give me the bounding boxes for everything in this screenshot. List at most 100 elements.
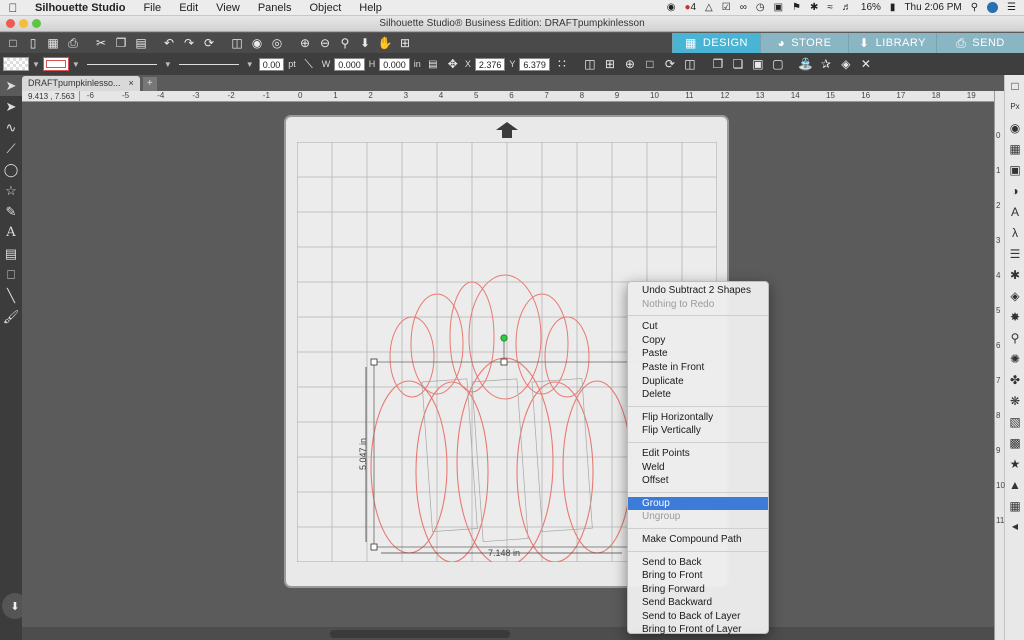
pan-hand-icon[interactable]: ✋ (375, 34, 395, 52)
align-icon[interactable]: ◫ (580, 55, 600, 73)
creative-cloud-icon[interactable]: ∞ (740, 2, 747, 13)
zoom-fit-icon[interactable]: ⚲ (335, 34, 355, 52)
copy-icon[interactable]: ❐ (111, 34, 131, 52)
save-icon[interactable]: ▦ (43, 34, 63, 52)
notification-center-icon[interactable]: ☰ (1007, 2, 1016, 13)
menu-item-delete[interactable]: Delete (628, 388, 768, 402)
extension-icon[interactable]: ◉ (667, 2, 676, 13)
menu-item-flip-horizontally[interactable]: Flip Horizontally (628, 411, 768, 425)
ungroup-icon[interactable]: ❏ (728, 55, 748, 73)
zoom-in-icon[interactable]: ⊕ (295, 34, 315, 52)
width-input[interactable]: 0.000 (334, 57, 365, 71)
text-tool-icon[interactable]: A (0, 222, 22, 243)
print-cut-icon[interactable]: ❋ (1005, 390, 1024, 411)
menu-item-paste-in-front[interactable]: Paste in Front (628, 361, 768, 375)
line-icon[interactable]: ⟋ (0, 138, 22, 159)
line-style-dropdown-icon[interactable]: ▼ (164, 60, 172, 69)
contrast-icon[interactable]: ◑ (1005, 180, 1024, 201)
menu-item-copy[interactable]: Copy (628, 334, 768, 348)
redo-icon[interactable]: ↷ (179, 34, 199, 52)
x-input[interactable]: 2.376 (474, 57, 506, 71)
open-folder-icon[interactable]: ▯ (23, 34, 43, 52)
menu-item-send-backward[interactable]: Send Backward (628, 596, 768, 610)
fit-to-page-icon[interactable]: ⬇ (355, 34, 375, 52)
menu-item-offset[interactable]: Offset (628, 474, 768, 488)
knife-icon[interactable]: ╲ (0, 285, 22, 306)
menu-item-make-compound-path[interactable]: Make Compound Path (628, 533, 768, 547)
cut-icon[interactable]: ✂ (91, 34, 111, 52)
grid-icon[interactable]: ▦ (1005, 138, 1024, 159)
3d-box-icon[interactable]: ◈ (836, 55, 856, 73)
make-compound-icon[interactable]: ▣ (748, 55, 768, 73)
menu-help[interactable]: Help (350, 2, 391, 14)
text-style-icon[interactable]: A (1005, 201, 1024, 222)
draw-curve-icon[interactable]: ∿ (0, 117, 22, 138)
offset-star-icon[interactable]: ✰ (816, 55, 836, 73)
spotlight-search-icon[interactable]: ⚲ (971, 2, 978, 13)
select-all-icon[interactable]: ◫ (227, 34, 247, 52)
ellipse-icon[interactable]: ◯ (0, 159, 22, 180)
star-icon[interactable]: ☆ (0, 180, 22, 201)
tab-send[interactable]: ⎙ SEND (936, 33, 1024, 53)
avatar[interactable] (987, 2, 999, 13)
flag-icon[interactable]: ⚑ (792, 2, 801, 13)
line-color-dropdown-icon[interactable]: ▼ (72, 60, 80, 69)
menu-view[interactable]: View (207, 2, 249, 14)
apple-menu-icon[interactable]:  (0, 1, 26, 15)
redraw-icon[interactable]: ⟳ (199, 34, 219, 52)
menu-item-paste[interactable]: Paste (628, 347, 768, 361)
horizontal-scroll-thumb[interactable] (330, 630, 510, 638)
menu-item-send-to-back-of-layer[interactable]: Send to Back of Layer (628, 610, 768, 624)
design-canvas[interactable]: 5.047 in 7.148 in (22, 102, 994, 627)
height-input[interactable]: 0.000 (379, 57, 410, 71)
menu-edit[interactable]: Edit (170, 2, 207, 14)
modify-icon[interactable]: ✤ (1005, 369, 1024, 390)
menu-item-bring-to-front[interactable]: Bring to Front (628, 569, 768, 583)
edit-points-icon[interactable]: ◎ (267, 34, 287, 52)
transform-icon[interactable]: □ (640, 55, 660, 73)
menu-item-bring-forward[interactable]: Bring Forward (628, 583, 768, 597)
dropbox-icon[interactable]: △ (705, 2, 713, 13)
line-style-selector[interactable] (87, 57, 157, 71)
battery-percent[interactable]: 16% (861, 2, 881, 13)
release-compound-icon[interactable]: ▢ (768, 55, 788, 73)
replicate-icon[interactable]: ◫ (680, 55, 700, 73)
fill-bucket-icon[interactable]: ⛲ (796, 55, 816, 73)
line-weight-dropdown-icon[interactable]: ▼ (246, 60, 254, 69)
menu-panels[interactable]: Panels (249, 2, 301, 14)
menu-item-cut[interactable]: Cut (628, 320, 768, 334)
line-tool-icon[interactable]: ⟍ (298, 55, 320, 73)
fit-window-icon[interactable]: ⊞ (395, 34, 415, 52)
horizontal-scrollbar[interactable] (22, 627, 994, 640)
display-icon[interactable]: ▣ (774, 2, 783, 13)
y-input[interactable]: 6.379 (519, 57, 550, 71)
group-icon[interactable]: ❐ (708, 55, 728, 73)
line-color-swatch[interactable] (42, 57, 69, 71)
align-panel-icon[interactable]: ☰ (1005, 243, 1024, 264)
menu-file[interactable]: File (134, 2, 170, 14)
zoom-out-icon[interactable]: ⊖ (315, 34, 335, 52)
menu-item-undo-subtract-2-shapes[interactable]: Undo Subtract 2 Shapes (628, 284, 768, 298)
rhinestone-icon[interactable]: ★ (1005, 453, 1024, 474)
menu-item-send-to-back[interactable]: Send to Back (628, 556, 768, 570)
eraser-icon[interactable]: ⎕ (0, 264, 22, 285)
sketch-icon[interactable]: ✺ (1005, 348, 1024, 369)
fill-dropdown-icon[interactable]: ▼ (32, 60, 40, 69)
undo-icon[interactable]: ↶ (159, 34, 179, 52)
fill-color-swatch[interactable] (3, 57, 29, 71)
font-icon[interactable]: λ (1005, 222, 1024, 243)
palette-icon[interactable]: ◉ (1005, 117, 1024, 138)
print-icon[interactable]: ⎙ (63, 34, 83, 52)
user-badge-icon[interactable]: ●4 (684, 2, 696, 13)
add-tab-button[interactable]: + (142, 77, 157, 91)
panel-collapse-icon[interactable]: ◀ (1005, 516, 1024, 537)
menu-app-name[interactable]: Silhouette Studio (26, 2, 134, 14)
new-document-icon[interactable]: □ (3, 34, 23, 52)
clock[interactable]: Thu 2:06 PM (904, 2, 961, 13)
pixscan-icon[interactable]: Px (1005, 96, 1024, 117)
center-icon[interactable]: ⊞ (600, 55, 620, 73)
hatch-icon[interactable]: ▩ (1005, 432, 1024, 453)
battery-icon[interactable]: ▮ (890, 2, 896, 13)
emboss-icon[interactable]: ▲ (1005, 474, 1024, 495)
delete-x-icon[interactable]: ✕ (856, 55, 876, 73)
